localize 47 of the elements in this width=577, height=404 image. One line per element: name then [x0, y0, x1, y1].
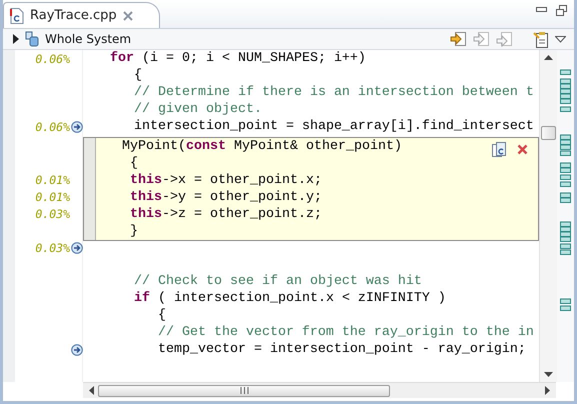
editor-tab[interactable]: RayTrace.cpp: [3, 2, 160, 28]
clipboard-icon[interactable]: [533, 30, 549, 48]
arrow-circle-icon[interactable]: [71, 242, 83, 254]
code-line: for (i = 0; i < NUM_SHAPES; i++): [108, 51, 366, 66]
code-line: {: [132, 68, 142, 83]
code-line: // Determine if there is an intersection between t: [132, 85, 534, 100]
arrow-circle-icon[interactable]: [71, 120, 83, 132]
copy-c-file-icon[interactable]: [491, 141, 507, 158]
percentage-label: 0.01%: [35, 190, 70, 204]
minimize-icon[interactable]: [536, 5, 548, 13]
restore-icon[interactable]: [556, 5, 568, 16]
code-line: MyPoint(const MyPoint& other_point): [120, 139, 402, 154]
grip-icon: [240, 387, 248, 394]
vertical-scrollbar[interactable]: [539, 50, 557, 382]
scroll-thumb[interactable]: [541, 126, 556, 140]
scroll-thumb[interactable]: [98, 384, 390, 396]
code-line: temp_vector = intersection_point - ray_origin;: [156, 342, 526, 357]
expand-triangle-icon[interactable]: [13, 34, 19, 44]
scroll-right-icon[interactable]: [545, 386, 550, 395]
percentage-label: 0.01%: [35, 172, 70, 186]
code-line: this->x = other_point.x;: [128, 173, 322, 188]
scope-label: Whole System: [45, 32, 132, 46]
import-arrow-icon[interactable]: [450, 31, 467, 47]
scroll-up-icon[interactable]: [544, 55, 553, 60]
cpp-file-icon: [10, 8, 24, 24]
code-line: {: [128, 156, 138, 171]
scroll-left-icon[interactable]: [89, 386, 94, 395]
code-line: this->y = other_point.y;: [128, 190, 322, 205]
close-icon[interactable]: [122, 10, 133, 20]
code-line: // Check to see if an object was hit: [132, 274, 422, 289]
code-line: // given object.: [132, 102, 262, 117]
code-line: if ( intersection_point.x < zINFINITY ): [132, 291, 446, 306]
percentage-label: 0.06%: [35, 52, 70, 66]
percentage-label: 0.03%: [35, 206, 70, 220]
code-line: // Get the vector from the ray_origin to the in: [156, 325, 534, 340]
dropdown-triangle-icon[interactable]: [555, 36, 566, 42]
close-icon[interactable]: [517, 144, 528, 155]
code-line: }: [128, 224, 138, 239]
system-icon: [25, 31, 39, 47]
horizontal-scrollbar[interactable]: [83, 382, 556, 398]
scroll-down-icon[interactable]: [544, 372, 553, 377]
percentage-label: 0.06%: [35, 120, 70, 134]
code-line: this->z = other_point.z;: [128, 207, 322, 222]
code-line: {: [156, 308, 166, 323]
percentage-label: 0.03%: [35, 240, 70, 254]
code-line: intersection_point = shape_array[i].find_intersect: [132, 119, 534, 134]
arrow-circle-icon[interactable]: [71, 344, 83, 356]
